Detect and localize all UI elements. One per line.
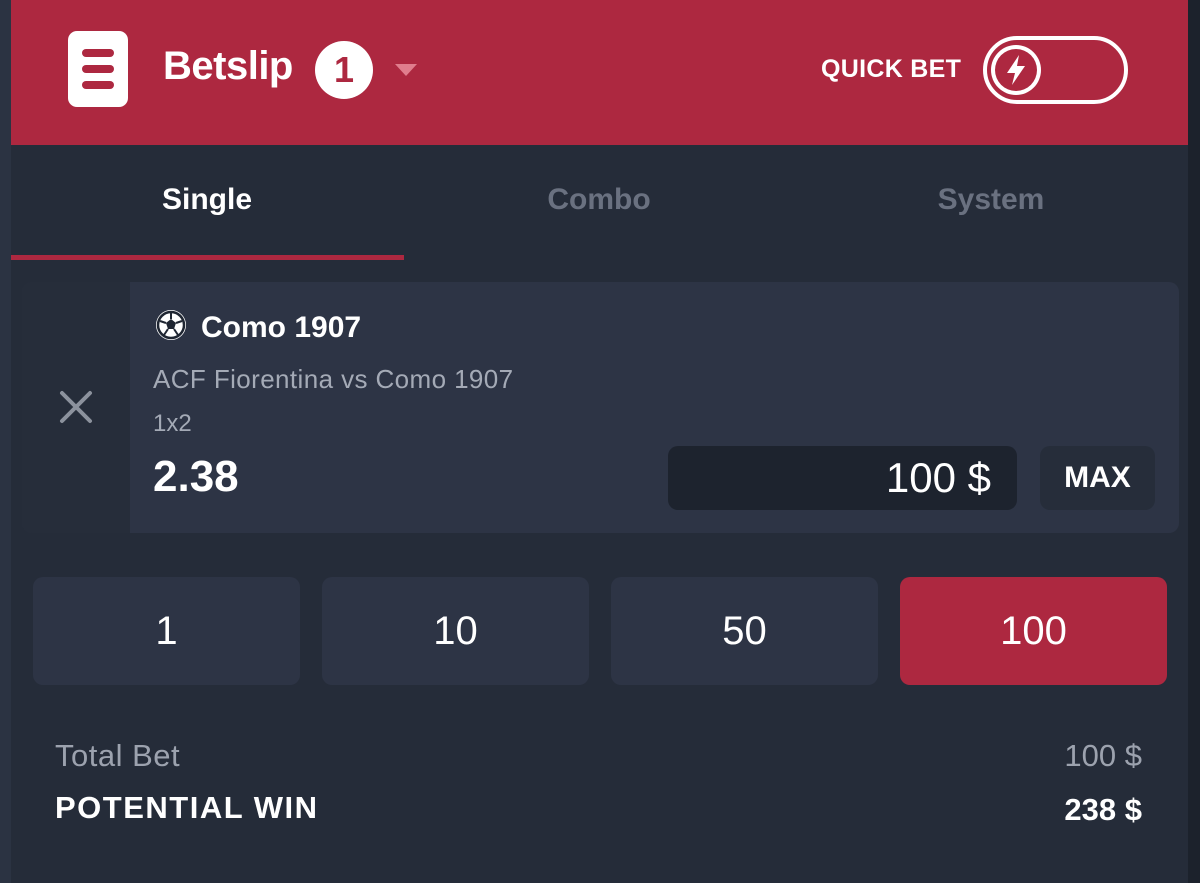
market-name: 1x2 (153, 410, 192, 437)
total-bet-value: 100 $ (1064, 738, 1142, 773)
selection-count-badge: 1 (315, 41, 373, 99)
remove-selection-button[interactable] (22, 282, 130, 533)
tab-single[interactable]: Single (11, 183, 403, 217)
stake-input[interactable]: 100 $ (668, 446, 1017, 510)
total-bet-label: Total Bet (55, 738, 181, 773)
menu-icon-bar (82, 49, 114, 57)
odds-value: 2.38 (153, 452, 239, 501)
frame-edge-left (0, 0, 11, 883)
bet-type-tabs: Single Combo System (11, 145, 1188, 260)
betslip-page: Betslip 1 QUICK BET Single Combo System (0, 0, 1200, 883)
quick-stake-10[interactable]: 10 (322, 577, 589, 685)
selection-name: Como 1907 (201, 310, 362, 344)
tab-system[interactable]: System (795, 183, 1187, 217)
betslip-panel: Betslip 1 QUICK BET Single Combo System (11, 0, 1188, 883)
menu-icon-bar (82, 81, 114, 89)
match-name: ACF Fiorentina vs Como 1907 (153, 364, 514, 394)
quick-bet-toggle[interactable] (983, 36, 1128, 104)
quick-bet-label: QUICK BET (821, 55, 962, 83)
quick-stake-50[interactable]: 50 (611, 577, 878, 685)
potential-win-label: POTENTIAL WIN (55, 790, 319, 825)
close-icon[interactable] (58, 389, 94, 430)
quick-stake-1[interactable]: 1 (33, 577, 300, 685)
bet-selection-card: Como 1907 ACF Fiorentina vs Como 1907 1x… (22, 282, 1179, 533)
active-tab-indicator (11, 255, 404, 260)
tab-combo[interactable]: Combo (403, 183, 795, 217)
lightning-icon (991, 45, 1041, 95)
menu-icon-bar (82, 65, 114, 73)
betslip-menu-icon[interactable] (68, 31, 128, 107)
betslip-title[interactable]: Betslip (163, 44, 293, 89)
betslip-header: Betslip 1 QUICK BET (11, 0, 1188, 145)
potential-win-value: 238 $ (1064, 792, 1142, 827)
selection-header: Como 1907 (155, 309, 361, 346)
soccer-ball-icon (155, 309, 187, 346)
max-stake-button[interactable]: MAX (1040, 446, 1155, 510)
frame-edge-right (1188, 0, 1200, 883)
quick-stake-100[interactable]: 100 (900, 577, 1167, 685)
chevron-down-icon[interactable] (395, 64, 417, 76)
